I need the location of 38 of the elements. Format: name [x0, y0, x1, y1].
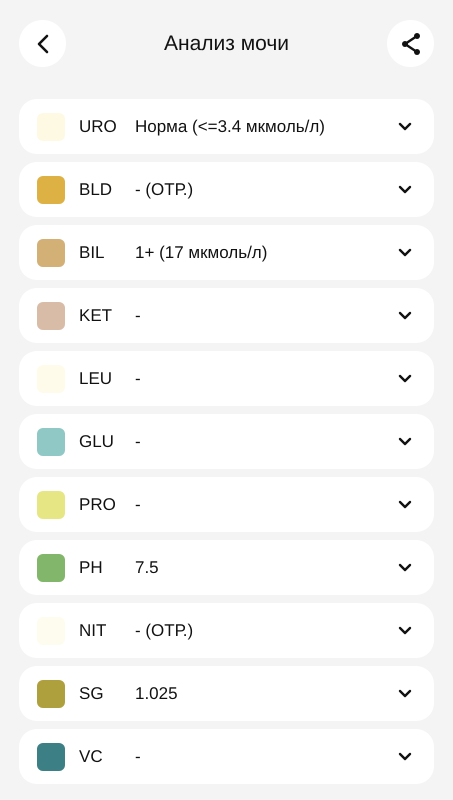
test-code: PH	[79, 558, 104, 578]
test-value: -	[135, 494, 142, 514]
result-row[interactable]: NIT - (ОТР.)	[19, 603, 434, 658]
test-value: Норма (<=3.4 мкмоль/л)	[135, 116, 326, 136]
test-value: 7.5	[135, 558, 160, 578]
test-value: - (ОТР.)	[135, 180, 194, 200]
test-code: GLU	[79, 432, 115, 452]
result-row[interactable]: URO Норма (<=3.4 мкмоль/л)	[19, 99, 434, 154]
test-value: - (ОТР.)	[135, 620, 194, 640]
test-code: URO	[79, 116, 118, 136]
result-row[interactable]: VC -	[19, 729, 434, 784]
result-row[interactable]: KET -	[19, 288, 434, 343]
page-title: Анализ мочи	[164, 32, 290, 56]
test-value: -	[135, 746, 142, 766]
result-row[interactable]: PRO -	[19, 477, 434, 532]
test-code: KET	[79, 306, 114, 326]
test-value: -	[135, 306, 142, 326]
result-row[interactable]: BIL 1+ (17 мкмоль/л)	[19, 225, 434, 280]
test-code: PRO	[79, 494, 117, 514]
result-row[interactable]: BLD - (ОТР.)	[19, 162, 434, 217]
test-code: LEU	[79, 368, 114, 388]
back-button[interactable]	[19, 20, 66, 67]
test-value: 1.025	[135, 684, 179, 704]
result-row[interactable]: PH 7.5	[19, 540, 434, 595]
test-value: 1+ (17 мкмоль/л)	[135, 242, 268, 262]
back-icon	[36, 34, 48, 54]
share-icon	[400, 32, 422, 56]
share-button[interactable]	[387, 20, 434, 67]
result-row[interactable]: LEU -	[19, 351, 434, 406]
test-code: NIT	[79, 620, 108, 640]
test-code: SG	[79, 684, 105, 704]
result-row[interactable]: GLU -	[19, 414, 434, 469]
result-row[interactable]: SG 1.025	[19, 666, 434, 721]
test-value: -	[135, 368, 142, 388]
test-code: BIL	[79, 242, 106, 262]
test-value: -	[135, 432, 142, 452]
test-code: BLD	[79, 180, 114, 200]
test-code: VC	[79, 746, 104, 766]
